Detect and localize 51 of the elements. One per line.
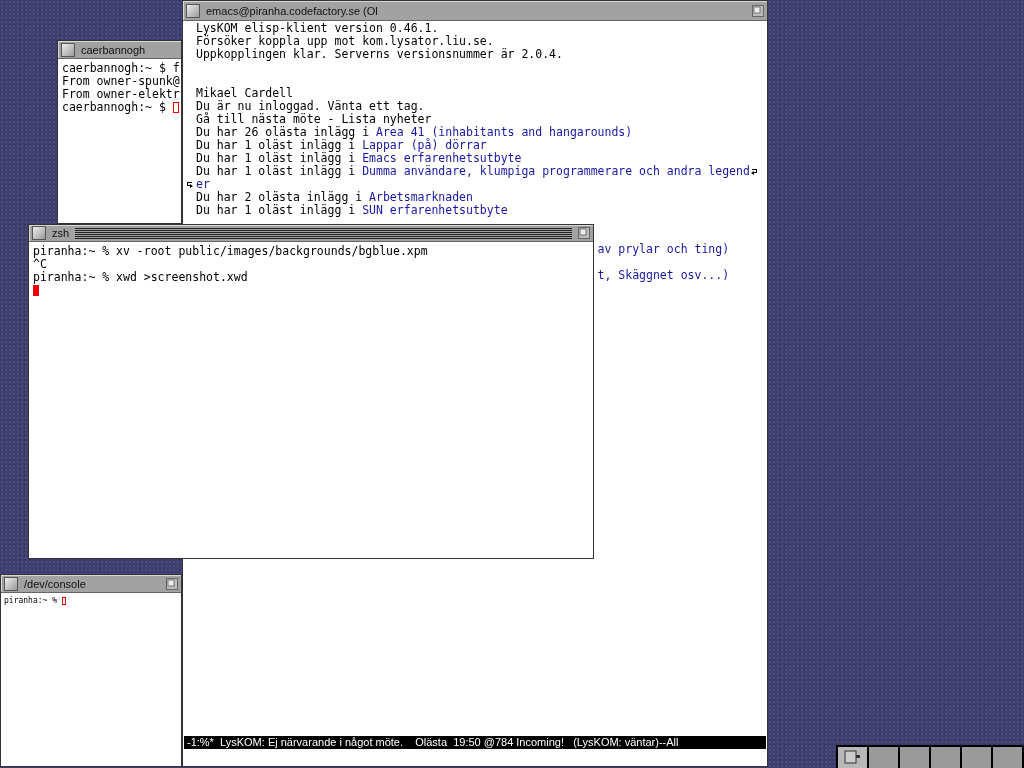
buffer-text: Du har 1 oläst inlägg i: [196, 139, 357, 152]
window-title: /dev/console: [24, 577, 86, 590]
window-title: caerbannogh: [81, 43, 146, 56]
buffer-text: Försöker koppla upp mot kom.lysator.liu.se.: [196, 35, 494, 48]
terminal-line: piranha:~ % xwd >screenshot.xwd: [33, 271, 248, 284]
terminal-window[interactable]: /dev/console piranha:~ %: [0, 574, 182, 767]
buffer-text: Gå till nästa möte - Lista nyheter: [196, 113, 432, 126]
buffer-text: Du har 26 olästa inlägg i: [196, 126, 371, 139]
terminal-line: piranha:~ % xv -root public/images/backgrounds/bgblue.xpm: [33, 245, 428, 258]
window-thumbnail-icon: [843, 749, 862, 766]
terminal-line: From owner-spunk@: [62, 75, 180, 88]
conference-link[interactable]: av prylar och ting): [597, 243, 730, 256]
window-menu-button[interactable]: [61, 42, 75, 57]
terminal-line: caerbannogh:~ $ f: [62, 62, 180, 75]
terminal-window[interactable]: zsh piranha:~ % xv -root public/images/backgrounds/bgblue.xpm ^C piranha:~ % xwd >screenshot.xwd: [28, 224, 594, 559]
buffer-text: Du har 1 oläst inlägg i: [196, 204, 357, 217]
conference-link[interactable]: Lappar (på) dörrar: [362, 139, 487, 152]
maximize-icon[interactable]: [166, 577, 178, 590]
terminal-line: caerbannogh:~ $: [62, 101, 167, 114]
title-bar[interactable]: /dev/console: [1, 575, 181, 593]
title-bar[interactable]: emacs@piranha.codefactory.se (Ol: [183, 1, 767, 21]
terminal-line: ^C: [33, 258, 47, 271]
title-bar[interactable]: caerbannogh: [58, 41, 181, 59]
pager-desk[interactable]: [838, 747, 867, 768]
line-wrap-icon: [185, 181, 193, 189]
maximize-icon[interactable]: [752, 4, 764, 17]
maximize-icon[interactable]: [578, 227, 590, 239]
terminal-line: piranha:~ %: [4, 596, 58, 606]
terminal-window[interactable]: caerbannogh caerbannogh:~ $ f From owner-spunk@ From owner-elektr caerbannogh:~ $: [57, 40, 182, 224]
buffer-text: Du har 1 oläst inlägg i: [196, 165, 357, 178]
conference-link[interactable]: SUN erfarenhetsutbyte: [362, 204, 508, 217]
conference-link[interactable]: t, Skäggnet osv...): [597, 269, 730, 282]
conference-link[interactable]: Area 41 (inhabitants and hangarounds): [376, 126, 633, 139]
conference-link[interactable]: Arbetsmarknaden: [369, 191, 473, 204]
conference-link[interactable]: er: [196, 178, 210, 191]
window-menu-button[interactable]: [4, 576, 18, 591]
buffer-text: Uppkopplingen klar. Serverns versionsnummer är 2.0.4.: [196, 48, 563, 61]
buffer-text: Mikael Cardell: [196, 87, 293, 100]
buffer-text: Du är nu inloggad. Vänta ett tag.: [196, 100, 425, 113]
line-wrap-icon: [750, 168, 759, 176]
window-menu-button[interactable]: [186, 3, 200, 18]
buffer-text: LysKOM elisp-klient version 0.46.1.: [196, 22, 439, 35]
window-menu-button[interactable]: [32, 226, 46, 240]
buffer-text: Du har 1 oläst inlägg i: [196, 152, 357, 165]
conference-link[interactable]: Dumma användare, klumpiga programmerare och andra legend: [362, 165, 750, 178]
terminal-line: From owner-elektr: [62, 88, 180, 101]
buffer-text: Du har 2 olästa inlägg i: [196, 191, 364, 204]
title-bar[interactable]: zsh: [29, 225, 593, 242]
window-title: zsh: [52, 227, 70, 239]
window-title: emacs@piranha.codefactory.se (Ol: [206, 4, 378, 17]
conference-link[interactable]: Emacs erfarenhetsutbyte: [362, 152, 522, 165]
